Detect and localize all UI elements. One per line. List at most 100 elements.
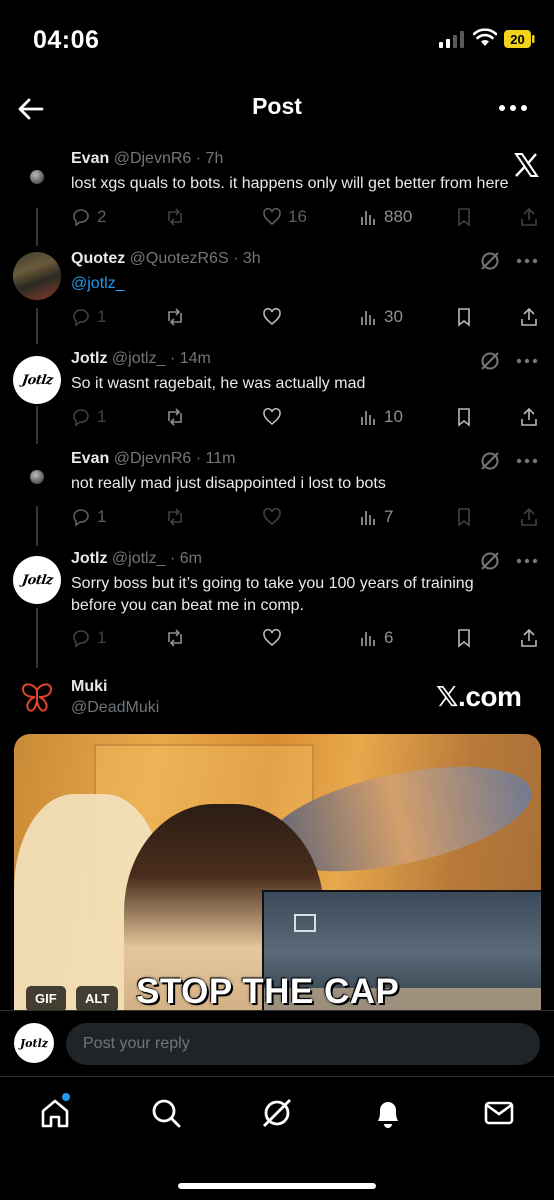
avatar-text: Jotlz	[20, 372, 54, 388]
heart-icon	[263, 207, 281, 226]
author-name[interactable]: Muki	[71, 678, 107, 696]
like-button[interactable]: 16	[262, 206, 307, 228]
heart-icon	[263, 307, 281, 326]
like-button[interactable]	[262, 306, 282, 328]
gif-media[interactable]: STOP THE CAP GIF ALT	[14, 734, 541, 1010]
avatar-text: Jotlz	[19, 1036, 49, 1050]
author-name[interactable]: Jotlz	[71, 350, 107, 367]
views-button[interactable]: 10	[358, 406, 403, 428]
repost-button[interactable]	[165, 406, 185, 428]
views-icon	[361, 211, 375, 225]
post-item[interactable]: Evan @DjevnR6 · 7h lost xgs quals to bot…	[0, 150, 554, 250]
repost-button[interactable]	[165, 206, 185, 228]
reply-icon	[73, 630, 89, 648]
post-item[interactable]: Quotez @QuotezR6S · 3h @jotlz_ 1 30	[0, 250, 554, 350]
more-icon[interactable]	[516, 558, 538, 564]
reply-count: 1	[97, 307, 107, 326]
more-icon[interactable]	[516, 258, 538, 264]
grok-icon[interactable]	[479, 550, 501, 572]
repost-icon	[168, 308, 182, 326]
butterfly-avatar-icon[interactable]	[20, 682, 54, 714]
share-icon	[521, 507, 537, 526]
share-button[interactable]	[519, 406, 539, 428]
views-button[interactable]: 7	[358, 506, 393, 528]
heart-icon	[263, 407, 281, 426]
bookmark-button[interactable]	[454, 206, 474, 228]
grok-icon[interactable]	[479, 450, 501, 472]
author-handle[interactable]: @jotlz_	[112, 350, 166, 367]
reply-button[interactable]: 1	[71, 506, 106, 528]
view-count: 6	[384, 628, 394, 647]
author-name[interactable]: Evan	[71, 150, 109, 167]
author-handle[interactable]: @DeadMuki	[71, 699, 159, 717]
more-icon[interactable]	[516, 358, 538, 364]
muki-post[interactable]: Muki @DeadMuki 𝕏.com STOP THE CAP GIF AL…	[0, 678, 554, 1010]
like-button[interactable]	[262, 406, 282, 428]
avatar-text: Jotlz	[20, 572, 54, 588]
tab-messages[interactable]	[481, 1095, 517, 1131]
share-button[interactable]	[519, 627, 539, 649]
author-name[interactable]: Evan	[71, 450, 109, 467]
grok-icon[interactable]	[479, 350, 501, 372]
post-text: So it wasnt ragebait, he was actually ma…	[71, 375, 366, 392]
reply-button[interactable]: 1	[71, 627, 106, 649]
reply-count: 1	[97, 507, 107, 526]
reply-bar: Jotlz	[0, 1010, 554, 1076]
share-button[interactable]	[519, 506, 539, 528]
views-button[interactable]: 6	[358, 627, 393, 649]
post-text: Sorry boss but it’s going to take you 10…	[71, 575, 474, 614]
share-button[interactable]	[519, 306, 539, 328]
bookmark-button[interactable]	[454, 406, 474, 428]
repost-button[interactable]	[165, 306, 185, 328]
more-options-icon[interactable]	[496, 96, 530, 120]
tab-search[interactable]	[148, 1095, 184, 1131]
search-icon	[152, 1099, 181, 1128]
views-button[interactable]: 880	[358, 206, 412, 228]
bookmark-button[interactable]	[454, 627, 474, 649]
bookmark-icon	[458, 629, 470, 648]
alt-badge[interactable]: ALT	[76, 986, 119, 1010]
page-title: Post	[252, 93, 302, 119]
avatar[interactable]	[30, 170, 44, 184]
post-item[interactable]: Jotlz Jotlz @jotlz_ · 14m So it wasnt ra…	[0, 350, 554, 450]
reply-input[interactable]	[66, 1023, 540, 1065]
gif-badge: GIF	[26, 986, 66, 1010]
avatar[interactable]	[13, 252, 61, 300]
author-name[interactable]: Jotlz	[71, 550, 107, 567]
repost-button[interactable]	[165, 627, 185, 649]
post-meta: Jotlz @jotlz_ · 6m	[71, 550, 202, 568]
author-handle[interactable]: @QuotezR6S	[130, 250, 229, 267]
post-meta: Evan @DjevnR6 · 7h	[71, 150, 223, 168]
post-item[interactable]: Jotlz Jotlz @jotlz_ · 6m Sorry boss but …	[0, 550, 554, 672]
author-name[interactable]: Quotez	[71, 250, 125, 267]
avatar[interactable]: Jotlz	[13, 556, 61, 604]
repost-button[interactable]	[165, 506, 185, 528]
post-item[interactable]: Evan @DjevnR6 · 11m not really mad just …	[0, 450, 554, 550]
repost-icon	[168, 629, 182, 647]
share-icon	[521, 407, 537, 426]
like-button[interactable]	[262, 506, 282, 528]
xcom-brand: 𝕏.com	[436, 681, 522, 712]
bookmark-button[interactable]	[454, 306, 474, 328]
author-handle[interactable]: @DjevnR6	[114, 150, 192, 167]
share-button[interactable]	[519, 206, 539, 228]
reply-button[interactable]: 1	[71, 406, 106, 428]
reply-button[interactable]: 2	[71, 206, 106, 228]
grok-icon[interactable]	[479, 250, 501, 272]
views-button[interactable]: 30	[358, 306, 403, 328]
post-text[interactable]: @jotlz_	[71, 273, 541, 295]
avatar[interactable]: Jotlz	[13, 356, 61, 404]
bookmark-button[interactable]	[454, 506, 474, 528]
tab-notifications[interactable]	[370, 1095, 406, 1131]
repost-icon	[168, 208, 182, 226]
avatar[interactable]	[30, 470, 44, 484]
avatar[interactable]: Jotlz	[14, 1023, 54, 1063]
author-handle[interactable]: @DjevnR6	[114, 450, 192, 467]
more-icon[interactable]	[516, 458, 538, 464]
post-time: · 6m	[169, 550, 202, 567]
tab-grok[interactable]	[259, 1095, 295, 1131]
author-handle[interactable]: @jotlz_	[112, 550, 166, 567]
home-indicator[interactable]	[178, 1183, 376, 1189]
like-button[interactable]	[262, 627, 282, 649]
reply-button[interactable]: 1	[71, 306, 106, 328]
